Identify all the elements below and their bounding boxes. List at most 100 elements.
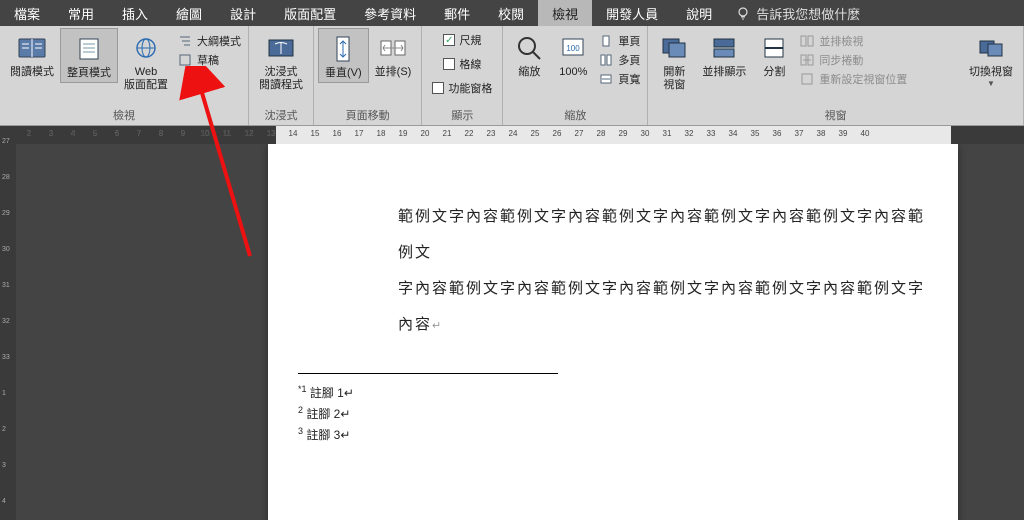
split-icon xyxy=(758,32,790,64)
tab-view[interactable]: 檢視 xyxy=(538,0,592,26)
one-page-label: 單頁 xyxy=(618,33,640,49)
arrange-button[interactable]: 並排顯示 xyxy=(696,28,752,81)
footnote-row: 3 註腳 3↵ xyxy=(298,424,958,445)
group-immersive: 沈浸式 閱讀程式 沈浸式 xyxy=(249,26,314,125)
tab-help[interactable]: 說明 xyxy=(672,0,726,26)
read-mode-button[interactable]: 閱讀模式 xyxy=(4,28,60,81)
horizontal-ruler: 1234567891011121314151617181920212223242… xyxy=(16,126,1024,144)
read-mode-icon xyxy=(16,32,48,64)
immersive-reader-label: 沈浸式 閱讀程式 xyxy=(259,66,303,92)
lightbulb-icon xyxy=(736,6,750,20)
group-pagemove: 垂直(V) 並排(S) 頁面移動 xyxy=(314,26,422,125)
split-label: 分割 xyxy=(763,66,785,79)
body-text: 範例文字內容範例文字內容範例文字內容範例文字內容範例文字內容範例文 字內容範例文… xyxy=(268,144,958,343)
switch-window-label: 切換視窗 xyxy=(969,66,1013,79)
zoom100-label: 100% xyxy=(559,66,587,79)
group-window: 開新 視窗 並排顯示 分割 並排檢視 同步捲動 xyxy=(648,26,1024,125)
one-page-button[interactable]: 單頁 xyxy=(595,32,643,50)
multi-page-icon xyxy=(598,52,614,68)
side-button[interactable]: 並排(S) xyxy=(369,28,418,81)
side-view-icon xyxy=(799,33,815,49)
ribbon: 閱讀模式 整頁模式 Web 版面配置 大綱模式 xyxy=(0,26,1024,126)
multi-page-button[interactable]: 多頁 xyxy=(595,51,643,69)
vertical-button[interactable]: 垂直(V) xyxy=(318,28,369,83)
print-layout-button[interactable]: 整頁模式 xyxy=(60,28,118,83)
paragraph-mark-icon: ↵ xyxy=(340,428,350,442)
zoom100-icon: 100 xyxy=(557,32,589,64)
switch-window-button[interactable]: 切換視窗 ▼ xyxy=(963,28,1019,90)
tab-mailings[interactable]: 郵件 xyxy=(430,0,484,26)
sync-scroll-button: 同步捲動 xyxy=(796,51,926,69)
document-pane[interactable]: 範例文字內容範例文字內容範例文字內容範例文字內容範例文字內容範例文 字內容範例文… xyxy=(16,144,1024,520)
new-window-button[interactable]: 開新 視窗 xyxy=(652,28,696,94)
outline-label: 大綱模式 xyxy=(197,33,241,49)
immersive-reader-button[interactable]: 沈浸式 閱讀程式 xyxy=(253,28,309,94)
zoom100-button[interactable]: 100 100% xyxy=(551,28,595,81)
tab-review[interactable]: 校閱 xyxy=(484,0,538,26)
tab-insert[interactable]: 插入 xyxy=(108,0,162,26)
web-layout-icon xyxy=(130,32,162,64)
page-width-button[interactable]: 頁寬 xyxy=(595,70,643,88)
arrange-label: 並排顯示 xyxy=(702,66,746,79)
reset-window-icon xyxy=(799,71,815,87)
footnotes: *1 註腳 1↵ 2 註腳 2↵ 3 註腳 3↵ xyxy=(268,382,958,446)
group-pagemove-label: 頁面移動 xyxy=(318,107,417,125)
tab-design[interactable]: 設計 xyxy=(216,0,270,26)
side-label: 並排(S) xyxy=(375,66,412,79)
checkbox-icon: ✓ xyxy=(443,34,455,46)
vertical-icon xyxy=(327,33,359,65)
group-immersive-label: 沈浸式 xyxy=(253,107,309,125)
outline-button[interactable]: 大綱模式 xyxy=(174,32,244,50)
footnote-text: 註腳 1 xyxy=(307,386,344,400)
group-views: 閱讀模式 整頁模式 Web 版面配置 大綱模式 xyxy=(0,26,249,125)
gridlines-checkbox[interactable]: 格線 xyxy=(440,54,484,74)
print-layout-icon xyxy=(73,33,105,65)
immersive-reader-icon xyxy=(265,32,297,64)
vertical-label: 垂直(V) xyxy=(325,67,362,80)
paragraph-mark-icon: ↵ xyxy=(340,407,350,421)
draft-button[interactable]: 草稿 xyxy=(174,51,244,69)
ruler-label: 尺規 xyxy=(459,32,481,48)
vertical-ruler: 272829303132331234 xyxy=(0,126,16,520)
group-views-label: 檢視 xyxy=(4,107,244,125)
document-page: 範例文字內容範例文字內容範例文字內容範例文字內容範例文字內容範例文 字內容範例文… xyxy=(268,144,958,520)
workspace: 272829303132331234 123456789101112131415… xyxy=(0,126,1024,520)
sync-scroll-icon xyxy=(799,52,815,68)
draft-icon xyxy=(177,52,193,68)
navpane-checkbox[interactable]: 功能窗格 xyxy=(429,78,495,98)
footnote-row: *1 註腳 1↵ xyxy=(298,382,958,403)
footnote-mark: *1 xyxy=(298,384,307,394)
chevron-down-icon: ▼ xyxy=(987,79,995,88)
tell-me-label: 告訴我您想做什麼 xyxy=(756,4,860,23)
side-view-button: 並排檢視 xyxy=(796,32,926,50)
side-view-label: 並排檢視 xyxy=(819,33,863,49)
paragraph-mark-icon: ↵ xyxy=(344,386,354,400)
paragraph-line: 字內容範例文字內容範例文字內容範例文字內容範例文字內容範例文字內容 xyxy=(398,280,925,333)
ruler-checkbox[interactable]: ✓ 尺規 xyxy=(440,30,484,50)
web-layout-button[interactable]: Web 版面配置 xyxy=(118,28,174,94)
web-layout-label: Web 版面配置 xyxy=(124,66,168,92)
tab-draw[interactable]: 繪圖 xyxy=(162,0,216,26)
tab-developer[interactable]: 開發人員 xyxy=(592,0,672,26)
split-button[interactable]: 分割 xyxy=(752,28,796,81)
reset-window-button: 重新設定視窗位置 xyxy=(796,70,926,88)
tab-home[interactable]: 常用 xyxy=(54,0,108,26)
tab-references[interactable]: 參考資料 xyxy=(350,0,430,26)
svg-text:100: 100 xyxy=(567,44,581,53)
footnote-text: 註腳 3 xyxy=(303,428,340,442)
new-window-icon xyxy=(658,32,690,64)
print-layout-label: 整頁模式 xyxy=(67,67,111,80)
new-window-label: 開新 視窗 xyxy=(663,66,685,92)
tab-layout[interactable]: 版面配置 xyxy=(270,0,350,26)
paragraph-mark-icon: ↵ xyxy=(432,320,443,332)
multi-page-label: 多頁 xyxy=(618,52,640,68)
tell-me-search[interactable]: 告訴我您想做什麼 xyxy=(726,0,870,26)
sync-scroll-label: 同步捲動 xyxy=(819,52,863,68)
tab-file[interactable]: 檔案 xyxy=(0,0,54,26)
side-icon xyxy=(377,32,409,64)
zoom-label: 縮放 xyxy=(518,66,540,79)
arrange-icon xyxy=(708,32,740,64)
switch-window-icon xyxy=(975,32,1007,64)
zoom-button[interactable]: 縮放 xyxy=(507,28,551,81)
group-window-label: 視窗 xyxy=(652,107,1019,125)
